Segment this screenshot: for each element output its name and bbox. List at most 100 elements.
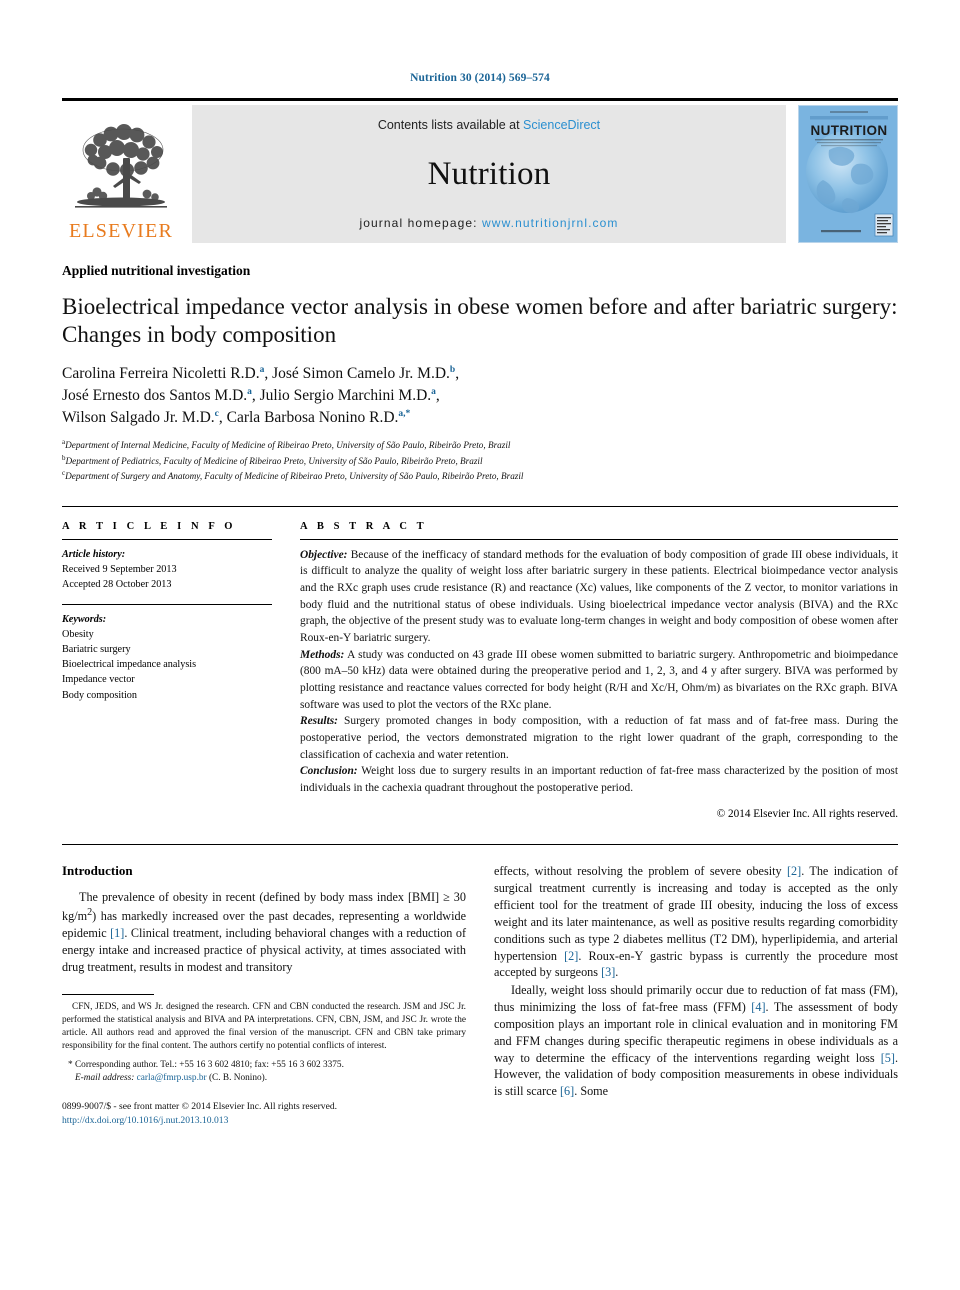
doi-link[interactable]: http://dx.doi.org/10.1016/j.nut.2013.10.… bbox=[62, 1114, 466, 1128]
p2-part-d: . bbox=[615, 965, 619, 980]
abstract-methods-label: Methods: bbox=[300, 648, 345, 661]
keyword-item: Obesity bbox=[62, 629, 94, 641]
journal-cover-image: NUTRITION bbox=[799, 106, 897, 242]
email-owner: (C. B. Nonino). bbox=[206, 1073, 268, 1084]
article-info-heading: A R T I C L E I N F O bbox=[62, 520, 237, 532]
abstract-conclusion-label: Conclusion: bbox=[300, 765, 358, 778]
elsevier-logo: ELSEVIER bbox=[62, 105, 180, 243]
info-abstract-band: A R T I C L E I N F O Article history: R… bbox=[62, 505, 898, 821]
abstract-methods-text: A study was conducted on 43 grade III ob… bbox=[300, 648, 898, 711]
body-column-right: effects, without resolving the problem o… bbox=[494, 863, 898, 1127]
journal-homepage-link[interactable]: www.nutritionjrnl.com bbox=[482, 216, 618, 230]
elsevier-wordmark: ELSEVIER bbox=[68, 220, 174, 242]
body-column-left: Introduction The prevalence of obesity i… bbox=[62, 863, 466, 1127]
abstract-copyright: © 2014 Elsevier Inc. All rights reserved… bbox=[716, 808, 898, 821]
keywords-block: Keywords: Obesity Bariatric surgery Bioe… bbox=[62, 612, 272, 703]
abstract-results-text: Surgery promoted changes in body composi… bbox=[300, 715, 898, 761]
article-section-kind: Applied nutritional investigation bbox=[62, 263, 251, 278]
article-title: Bioelectrical impedance vector analysis … bbox=[62, 294, 898, 348]
author-sep: , bbox=[251, 387, 260, 405]
homepage-prefix: journal homepage: bbox=[359, 216, 483, 230]
abstract-results-label: Results: bbox=[300, 715, 338, 728]
issn-line: 0899-9007/$ - see front matter © 2014 El… bbox=[62, 1100, 338, 1112]
author-name: Julio Sergio Marchini M.D. bbox=[259, 387, 432, 405]
abstract-body: Objective: Because of the inefficacy of … bbox=[300, 547, 898, 797]
abstract-heading: A B S T R A C T bbox=[300, 520, 428, 532]
author-sep: , bbox=[435, 387, 440, 405]
contents-lists-line: Contents lists available at ScienceDirec… bbox=[378, 118, 600, 132]
email-label: E-mail address: bbox=[75, 1073, 135, 1084]
author-affil-mark: a,* bbox=[398, 408, 411, 419]
author-sep: , bbox=[218, 409, 227, 427]
journal-homepage-line: journal homepage: www.nutritionjrnl.com bbox=[359, 216, 618, 230]
intro-paragraph-3: Ideally, weight loss should primarily oc… bbox=[494, 982, 898, 1100]
citation-ref-2b[interactable]: [2] bbox=[564, 949, 578, 963]
keywords-label: Keywords: bbox=[62, 614, 107, 626]
masthead-center-panel: Contents lists available at ScienceDirec… bbox=[192, 105, 786, 243]
author-entry: Wilson Salgado Jr. M.D.c, bbox=[62, 409, 227, 426]
citation-ref-1[interactable]: [1] bbox=[110, 926, 124, 940]
affiliation-item: cDepartment of Surgery and Anatomy, Facu… bbox=[62, 468, 898, 484]
citation-ref-5[interactable]: [5] bbox=[881, 1051, 895, 1065]
history-received: Received 9 September 2013 bbox=[62, 563, 177, 575]
author-sep: , bbox=[455, 365, 460, 383]
abstract-column: A B S T R A C T Objective: Because of th… bbox=[300, 520, 898, 821]
affiliation-item: bDepartment of Pediatrics, Faculty of Me… bbox=[62, 453, 898, 469]
journal-article-page: Nutrition 30 (2014) 569–574 ELSEVIER Con… bbox=[0, 0, 960, 1290]
article-history-label: Article history: bbox=[62, 548, 126, 560]
affiliation-text: Department of Pediatrics, Faculty of Med… bbox=[65, 455, 483, 466]
keywords-rule bbox=[62, 604, 272, 606]
abstract-rule bbox=[300, 538, 898, 540]
affiliation-list: aDepartment of Internal Medicine, Facult… bbox=[62, 437, 898, 484]
author-sep: , bbox=[264, 365, 273, 383]
author-name: Carolina Ferreira Nicoletti R.D. bbox=[62, 365, 260, 383]
footnote-divider bbox=[62, 993, 154, 995]
journal-title: Nutrition bbox=[427, 155, 551, 192]
author-list: Carolina Ferreira Nicoletti R.D.a, José … bbox=[62, 363, 898, 429]
journal-masthead: ELSEVIER Contents lists available at Sci… bbox=[62, 98, 898, 243]
citation-ref-6[interactable]: [6] bbox=[560, 1084, 574, 1098]
keyword-item: Impedance vector bbox=[62, 674, 135, 686]
history-accepted: Accepted 28 October 2013 bbox=[62, 579, 172, 591]
svg-text:NUTRITION: NUTRITION bbox=[810, 123, 887, 138]
footnote-corresponding-author: * Corresponding author. Tel.: +55 16 3 6… bbox=[62, 1059, 466, 1086]
affiliation-text: Department of Internal Medicine, Faculty… bbox=[65, 440, 511, 451]
author-entry: José Ernesto dos Santos M.D.a, bbox=[62, 387, 260, 404]
author-entry: Julio Sergio Marchini M.D.a, bbox=[260, 387, 440, 404]
elsevier-tree-icon bbox=[75, 124, 167, 208]
footnote-block: CFN, JEDS, and WS Jr. designed the resea… bbox=[62, 993, 466, 1128]
author-name: José Ernesto dos Santos M.D. bbox=[62, 387, 248, 405]
citation-ref-3[interactable]: [3] bbox=[601, 965, 615, 979]
journal-cover-thumbnail: NUTRITION bbox=[798, 105, 898, 243]
intro-paragraph-2: effects, without resolving the problem o… bbox=[494, 863, 898, 981]
p3-part-d: . Some bbox=[574, 1084, 609, 1099]
running-head: Nutrition 30 (2014) 569–574 bbox=[410, 72, 550, 84]
footnote-contributions: CFN, JEDS, and WS Jr. designed the resea… bbox=[62, 1001, 466, 1051]
keyword-item: Body composition bbox=[62, 689, 137, 701]
email-link[interactable]: carla@fmrp.usp.br bbox=[137, 1073, 207, 1083]
citation-ref-2[interactable]: [2] bbox=[787, 864, 801, 878]
affiliation-item: aDepartment of Internal Medicine, Facult… bbox=[62, 437, 898, 453]
author-entry: José Simon Camelo Jr. M.D.b, bbox=[272, 365, 459, 382]
author-name: Carla Barbosa Nonino R.D. bbox=[226, 409, 399, 427]
article-info-rule bbox=[62, 538, 272, 540]
p2-part-a: effects, without resolving the problem o… bbox=[494, 864, 787, 879]
affiliation-text: Department of Surgery and Anatomy, Facul… bbox=[65, 471, 524, 482]
abstract-objective-label: Objective: bbox=[300, 548, 348, 561]
author-entry: Carla Barbosa Nonino R.D.a,* bbox=[227, 409, 411, 426]
abstract-conclusion-text: Weight loss due to surgery results in an… bbox=[300, 765, 898, 794]
author-entry: Carolina Ferreira Nicoletti R.D.a, bbox=[62, 365, 272, 382]
article-history-block: Article history: Received 9 September 20… bbox=[62, 547, 272, 592]
citation-ref-4[interactable]: [4] bbox=[751, 1000, 765, 1014]
keyword-item: Bioelectrical impedance analysis bbox=[62, 659, 197, 671]
introduction-heading: Introduction bbox=[62, 863, 133, 879]
keyword-item: Bariatric surgery bbox=[62, 644, 131, 656]
corresponding-text: Corresponding author. Tel.: +55 16 3 602… bbox=[72, 1059, 344, 1070]
intro-paragraph-1: The prevalence of obesity in recent (def… bbox=[62, 889, 466, 975]
sciencedirect-link[interactable]: ScienceDirect bbox=[523, 118, 600, 132]
author-name: Wilson Salgado Jr. M.D. bbox=[62, 409, 215, 427]
article-body: Introduction The prevalence of obesity i… bbox=[62, 844, 898, 1127]
article-info-column: A R T I C L E I N F O Article history: R… bbox=[62, 521, 300, 821]
author-name: José Simon Camelo Jr. M.D. bbox=[272, 365, 450, 383]
abstract-objective-text: Because of the inefficacy of standard me… bbox=[300, 548, 898, 645]
